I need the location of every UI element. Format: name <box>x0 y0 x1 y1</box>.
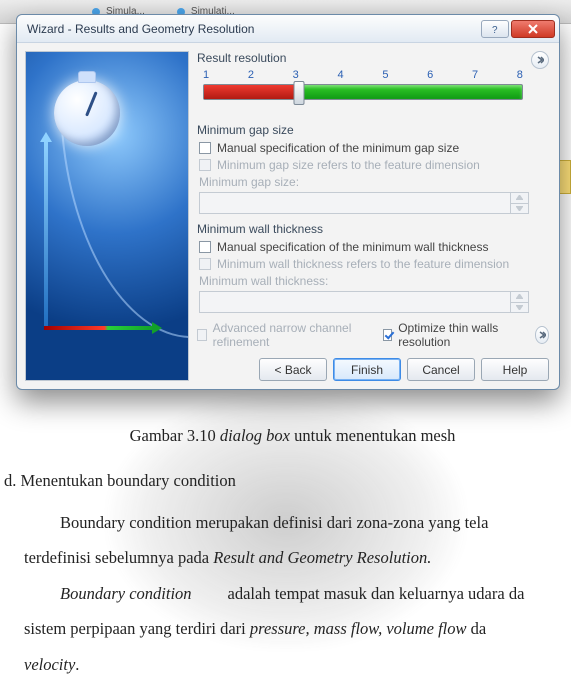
resolution-slider[interactable] <box>203 84 523 100</box>
help-button-bottom[interactable]: Help <box>481 358 549 381</box>
caption-pre: Gambar 3.10 <box>130 426 220 445</box>
adv-narrow-label: Advanced narrow channel refinement <box>213 321 365 349</box>
wizard-illustration <box>25 51 189 381</box>
caption-it: dialog box <box>220 426 290 445</box>
svg-text:?: ? <box>492 25 498 34</box>
titlebar[interactable]: Wizard - Results and Geometry Resolution… <box>17 15 559 43</box>
optimize-thin-label: Optimize thin walls resolution <box>398 321 516 349</box>
close-button[interactable] <box>511 20 555 38</box>
min-wall-manual-label: Manual specification of the minimum wall… <box>217 240 488 254</box>
min-wall-title: Minimum wall thickness <box>197 222 529 236</box>
min-gap-input <box>199 192 511 214</box>
min-gap-manual-checkbox[interactable] <box>199 142 211 154</box>
back-button[interactable]: < Back <box>259 358 327 381</box>
min-wall-field-label: Minimum wall thickness: <box>199 274 328 288</box>
wizard-dialog: Wizard - Results and Geometry Resolution… <box>16 14 560 390</box>
wizard-buttons: < Back Finish Cancel Help <box>259 358 549 381</box>
caption-post: untuk menentukan mesh <box>290 426 455 445</box>
min-gap-manual-row[interactable]: Manual specification of the minimum gap … <box>199 141 529 155</box>
min-wall-refers-row: Minimum wall thickness refers to the fea… <box>199 257 529 271</box>
min-gap-refers-row: Minimum gap size refers to the feature d… <box>199 158 529 172</box>
min-wall-manual-checkbox[interactable] <box>199 241 211 253</box>
min-wall-input <box>199 291 511 313</box>
finish-button[interactable]: Finish <box>333 358 401 381</box>
min-gap-field-label: Minimum gap size: <box>199 175 299 189</box>
slider-thumb[interactable] <box>294 81 305 105</box>
dialog-title: Wizard - Results and Geometry Resolution <box>27 22 254 36</box>
help-button[interactable]: ? <box>481 20 509 38</box>
min-wall-refers-label: Minimum wall thickness refers to the fea… <box>217 257 509 271</box>
min-wall-spinner <box>511 291 529 313</box>
adv-narrow-checkbox <box>197 329 207 341</box>
min-gap-refers-checkbox <box>199 159 211 171</box>
result-resolution-label: Result resolution <box>197 51 529 65</box>
min-gap-refers-label: Minimum gap size refers to the feature d… <box>217 158 480 172</box>
main-panel: Result resolution 1 2 3 4 5 6 7 8 <box>197 43 559 389</box>
cancel-button[interactable]: Cancel <box>407 358 475 381</box>
min-gap-manual-label: Manual specification of the minimum gap … <box>217 141 459 155</box>
expand-advanced[interactable] <box>535 326 549 344</box>
section-heading: d. Menentukan boundary condition <box>4 463 561 498</box>
resolution-ticks: 1 2 3 4 5 6 7 8 <box>197 69 529 81</box>
stopwatch-icon <box>54 80 120 146</box>
optimize-thin-checkbox[interactable] <box>383 329 393 341</box>
min-wall-manual-row[interactable]: Manual specification of the minimum wall… <box>199 240 529 254</box>
min-gap-spinner <box>511 192 529 214</box>
min-gap-title: Minimum gap size <box>197 123 529 137</box>
side-marker <box>559 160 571 194</box>
expand-result-resolution[interactable] <box>531 51 549 69</box>
document-text: Gambar 3.10 dialog box untuk menentukan … <box>24 418 561 682</box>
min-wall-refers-checkbox <box>199 258 211 270</box>
